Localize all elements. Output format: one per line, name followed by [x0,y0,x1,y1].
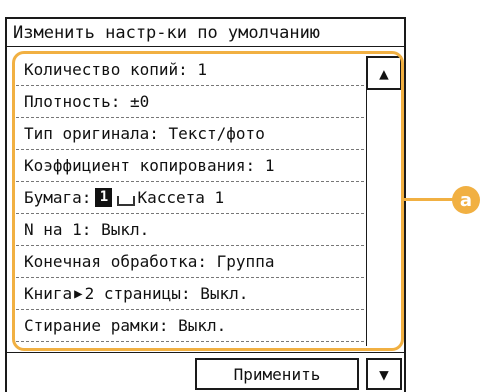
list-item-copy-ratio[interactable]: Коэффициент копирования: 1 [16,150,364,182]
list-item-paper[interactable]: Бумага: 1 Кассета 1 [16,182,364,214]
list-item-finishing[interactable]: Конечная обработка: Группа [16,246,364,278]
settings-list: Количество копий: 1 Плотность: ±0 Тип ор… [16,54,364,348]
book-label: Книга [24,284,73,303]
paper-tray-icon [117,195,136,206]
book-value: 2 страницы: Выкл. [84,284,249,303]
paper-label: Бумага: [24,188,92,207]
settings-screen: Изменить настр-ки по умолчанию Количеств… [0,0,410,392]
scrollbar-track[interactable] [366,56,403,346]
list-item-n-on-1[interactable]: N на 1: Выкл. [16,214,364,246]
list-item-density[interactable]: Плотность: ±0 [16,86,364,118]
list-item-original-type[interactable]: Тип оригинала: Текст/фото [16,118,364,150]
callout-badge: a [452,186,480,214]
screen-title: Изменить настр-ки по умолчанию [5,17,406,47]
paper-source: Кассета 1 [137,188,225,207]
paper-number-icon: 1 [95,188,113,207]
list-item-copies[interactable]: Количество копий: 1 [16,54,364,86]
callout-line [404,198,454,201]
triangle-down-icon: ▼ [379,364,389,384]
list-item-book[interactable]: Книга ▶ 2 страницы: Выкл. [16,278,364,310]
footer-divider [5,352,406,353]
right-triangle-icon: ▶ [74,285,83,302]
scroll-down-button[interactable]: ▼ [366,358,402,390]
list-item-erase-frame[interactable]: Стирание рамки: Выкл. [16,310,364,342]
triangle-up-icon: ▲ [379,63,389,83]
scroll-up-button[interactable]: ▲ [366,56,402,90]
apply-button[interactable]: Применить [195,358,359,390]
